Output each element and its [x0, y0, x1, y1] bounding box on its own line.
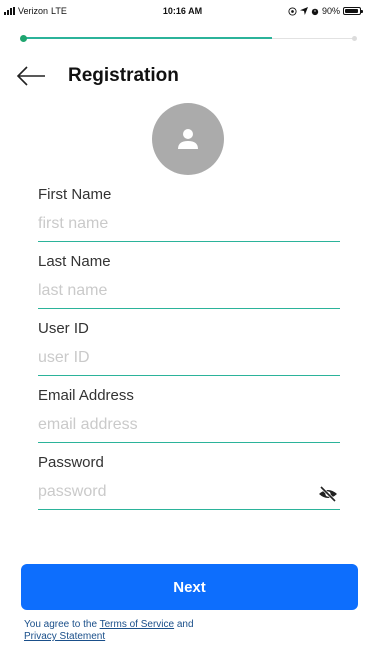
registration-progress [20, 35, 357, 42]
back-arrow-icon [16, 66, 45, 86]
status-bar: Verizon LTE 10:16 AM 90% [0, 0, 365, 22]
email-label: Email Address [38, 387, 134, 404]
battery-percent: 90% [321, 6, 340, 16]
person-icon [178, 129, 198, 149]
first-name-field: First Name [38, 186, 340, 253]
first-name-input[interactable] [38, 212, 340, 242]
page-header: Registration [16, 60, 179, 92]
page-title: Registration [68, 65, 179, 86]
alarm-icon [311, 8, 319, 15]
terms-of-service-link[interactable]: Terms of Service [100, 619, 174, 630]
privacy-statement-link[interactable]: Privacy Statement [24, 631, 105, 642]
terms-prefix: You agree to the [24, 619, 100, 630]
last-name-field: Last Name [38, 253, 340, 320]
email-input[interactable] [38, 413, 340, 443]
password-input[interactable] [38, 480, 340, 510]
user-id-input[interactable] [38, 346, 340, 376]
battery-fill [345, 9, 358, 13]
password-field: Password [38, 454, 340, 521]
eye-slash-icon [319, 485, 337, 503]
password-label: Password [38, 454, 104, 471]
email-field: Email Address [38, 387, 340, 454]
at-icon [288, 6, 297, 16]
progress-end-dot [352, 36, 357, 41]
terms-conjunction: and [174, 619, 194, 630]
first-name-label: First Name [38, 186, 112, 203]
last-name-label: Last Name [38, 253, 111, 270]
status-right: 90% [288, 6, 363, 16]
user-id-label: User ID [38, 320, 89, 337]
terms-notice: You agree to the Terms of Service and Pr… [24, 619, 344, 643]
back-button[interactable] [16, 62, 52, 90]
location-arrow-icon [299, 7, 308, 15]
user-id-field: User ID [38, 320, 340, 387]
avatar-upload[interactable] [152, 103, 224, 175]
battery-icon [343, 7, 363, 15]
progress-fill [22, 37, 272, 39]
last-name-input[interactable] [38, 279, 340, 309]
progress-start-dot [20, 35, 27, 42]
password-visibility-toggle[interactable] [318, 485, 338, 503]
next-button[interactable]: Next [21, 564, 358, 610]
registration-form: First Name Last Name User ID Email Addre… [38, 186, 340, 521]
